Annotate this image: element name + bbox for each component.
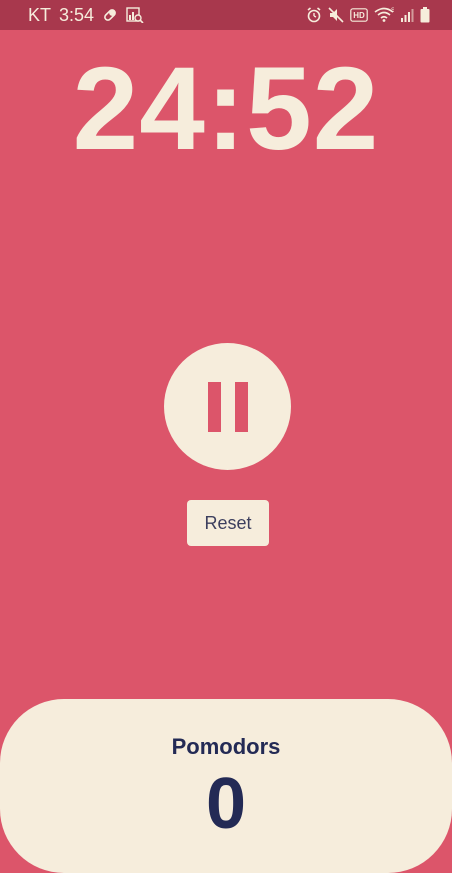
- svg-text:S: S: [391, 8, 394, 14]
- pill-icon: [102, 7, 118, 23]
- battery-icon: [420, 7, 430, 23]
- alarm-icon: [306, 7, 322, 23]
- status-bar: KT 3:54 HD S: [0, 0, 452, 30]
- pomodoro-title: Pomodors: [171, 734, 281, 759]
- mute-icon: [328, 7, 344, 23]
- carrier-label: KT: [28, 4, 52, 25]
- svg-text:HD: HD: [353, 11, 365, 20]
- status-right: HD S: [306, 7, 430, 23]
- pause-button[interactable]: [164, 343, 291, 470]
- clock: 3:54: [59, 4, 95, 25]
- pomodoro-counter-card: Pomodors 0: [0, 699, 452, 873]
- reset-button[interactable]: Reset: [187, 500, 269, 546]
- signal-icon: [400, 8, 414, 22]
- chart-search-icon: [126, 7, 144, 23]
- wifi-icon: S: [374, 7, 394, 23]
- hd-icon: HD: [350, 8, 368, 22]
- pomodoro-count: 0: [205, 764, 247, 844]
- status-left: KT 3:54: [28, 5, 144, 26]
- pause-icon-bar: [234, 381, 248, 432]
- pause-icon: [207, 381, 221, 432]
- timer-display: 24:52: [72, 43, 380, 175]
